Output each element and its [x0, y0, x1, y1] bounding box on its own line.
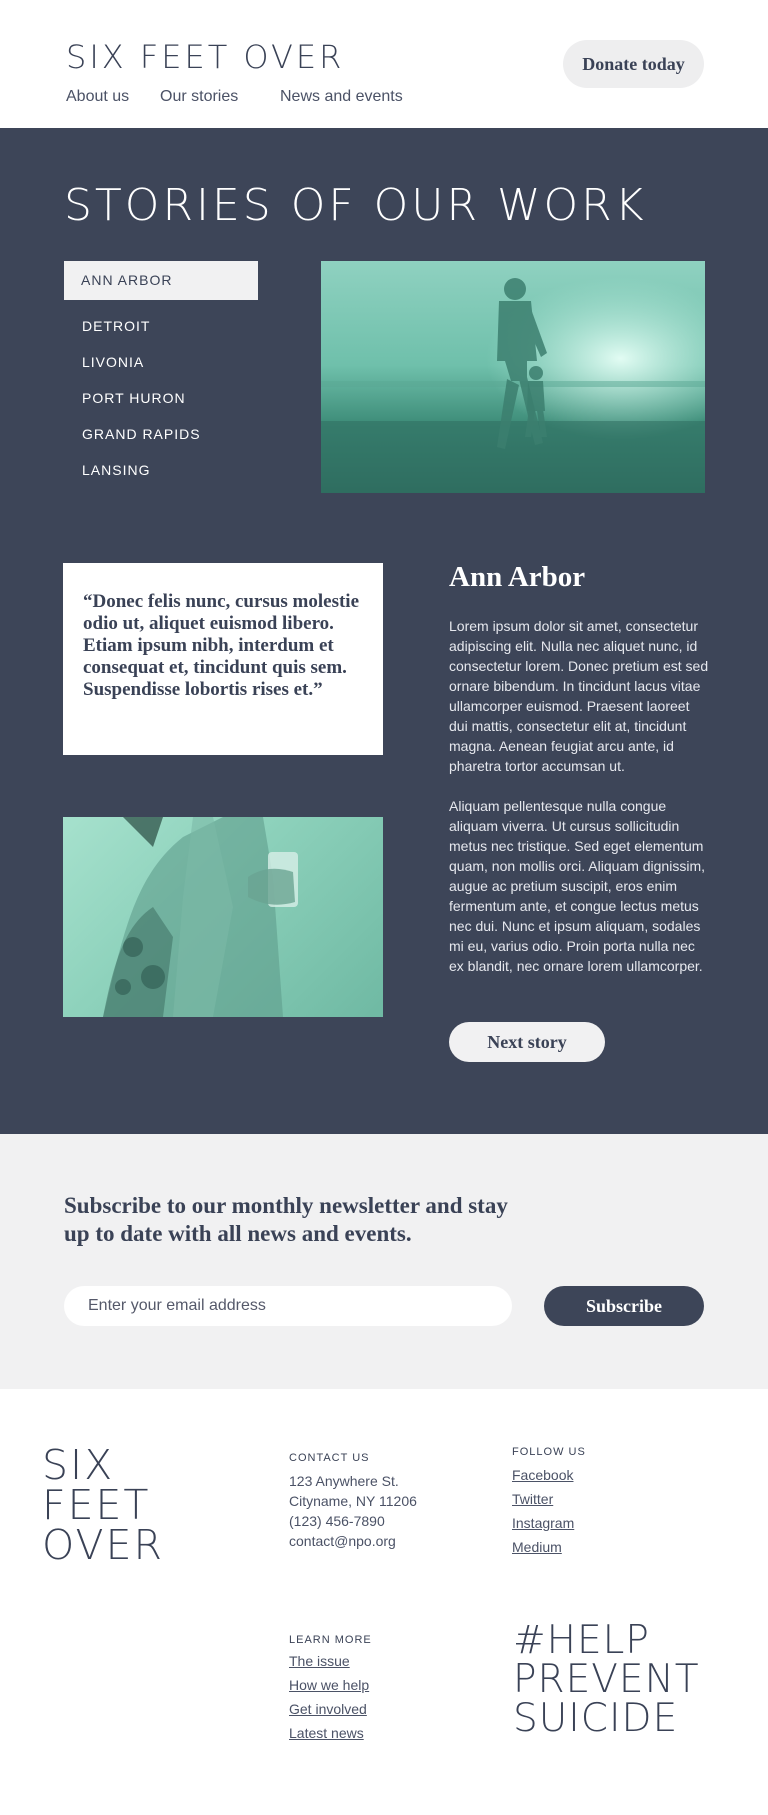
site-header: SIX FEET OVER About us Our stories News … — [0, 0, 768, 128]
nav-about-us[interactable]: About us — [66, 88, 129, 106]
contact-address-1: 123 Anywhere St. — [289, 1473, 399, 1489]
social-link-twitter[interactable]: Twitter — [512, 1491, 553, 1507]
contact-phone: (123) 456-7890 — [289, 1513, 385, 1529]
story-paragraph-2: Aliquam pellentesque nulla congue aliqua… — [449, 798, 705, 974]
city-tab-ann-arbor[interactable]: ANN ARBOR — [64, 261, 258, 300]
city-tab-livonia[interactable]: LIVONIA — [64, 344, 258, 380]
story-quote: “Donec felis nunc, cursus molestie odio … — [83, 591, 360, 700]
learn-link-the-issue[interactable]: The issue — [289, 1653, 350, 1669]
stories-section: STORIES OF OUR WORK ANN ARBOR DETROIT LI… — [0, 128, 768, 1134]
email-input[interactable] — [64, 1286, 512, 1326]
learn-link-get-involved[interactable]: Get involved — [289, 1701, 367, 1717]
social-link-instagram[interactable]: Instagram — [512, 1515, 574, 1531]
hero-photo-beach — [321, 261, 705, 493]
city-tab-port-huron[interactable]: PORT HURON — [64, 380, 258, 416]
donate-button[interactable]: Donate today — [563, 40, 704, 88]
tattoo-photo — [63, 817, 383, 1017]
quote-card: “Donec felis nunc, cursus molestie odio … — [63, 563, 383, 755]
story-title: Ann Arbor — [449, 561, 586, 593]
contact-email: contact@npo.org — [289, 1533, 396, 1549]
story-paragraph-1: Lorem ipsum dolor sit amet, consectetur … — [449, 618, 709, 774]
learn-link-latest-news[interactable]: Latest news — [289, 1725, 364, 1741]
city-tab-detroit[interactable]: DETROIT — [64, 308, 258, 344]
site-logo[interactable]: SIX FEET OVER — [66, 38, 344, 76]
nav-our-stories[interactable]: Our stories — [160, 88, 238, 106]
campaign-hashtag: #HELP PREVENT SUICIDE — [513, 1618, 700, 1741]
learn-more-heading: LEARN MORE — [289, 1634, 372, 1646]
footer-logo[interactable]: SIX FEET OVER — [42, 1445, 164, 1566]
city-list: ANN ARBOR DETROIT LIVONIA PORT HURON GRA… — [64, 261, 258, 488]
nav-news-events[interactable]: News and events — [280, 88, 403, 106]
social-link-facebook[interactable]: Facebook — [512, 1467, 573, 1483]
social-link-medium[interactable]: Medium — [512, 1539, 562, 1555]
site-footer: SIX FEET OVER CONTACT US 123 Anywhere St… — [0, 1389, 768, 1815]
follow-heading: FOLLOW US — [512, 1446, 586, 1458]
contact-address-2: Cityname, NY 11206 — [289, 1493, 417, 1509]
newsletter-section: Subscribe to our monthly newsletter and … — [0, 1134, 768, 1389]
beach-photo-illustration — [321, 261, 705, 493]
tattoo-photo-illustration — [103, 817, 298, 1017]
city-tab-grand-rapids[interactable]: GRAND RAPIDS — [64, 416, 258, 452]
subscribe-button[interactable]: Subscribe — [544, 1286, 704, 1326]
section-title: STORIES OF OUR WORK — [64, 180, 647, 231]
learn-link-how-we-help[interactable]: How we help — [289, 1677, 369, 1693]
contact-heading: CONTACT US — [289, 1452, 370, 1464]
newsletter-heading: Subscribe to our monthly newsletter and … — [64, 1193, 508, 1246]
next-story-button[interactable]: Next story — [449, 1022, 605, 1062]
city-tab-lansing[interactable]: LANSING — [64, 452, 258, 488]
